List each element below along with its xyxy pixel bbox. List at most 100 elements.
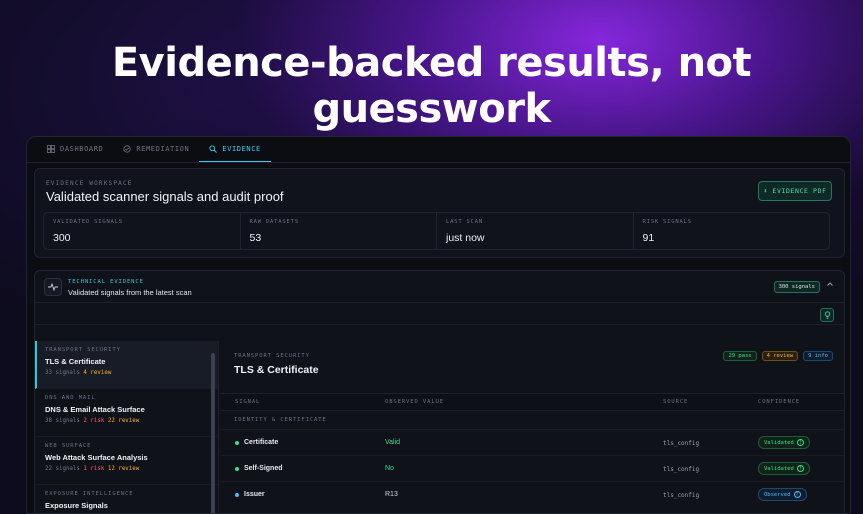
row-source: tls_config <box>663 466 700 473</box>
search-icon <box>209 144 218 153</box>
status-dot <box>235 467 239 471</box>
signal-count-badge: 300 signals <box>773 281 820 293</box>
confidence-label: Validated <box>764 465 794 472</box>
nav-meta: 33 signals 4 review <box>45 370 208 376</box>
nav-kicker: WEB SURFACE <box>45 443 92 449</box>
nav-review: 12 review <box>107 466 140 472</box>
nav-signals: 38 signals <box>45 418 80 424</box>
tab-remediation[interactable]: REMEDIATION <box>113 137 199 162</box>
col-source: SOURCE <box>663 399 689 405</box>
app-window: DASHBOARD REMEDIATION EVIDENCE EVIDENCE … <box>26 136 851 514</box>
nav-title: Exposure Signals <box>45 501 108 510</box>
row-observed: R13 <box>385 491 398 498</box>
status-dot <box>235 441 239 445</box>
nav-review: 22 review <box>107 418 140 424</box>
technical-evidence-panel: TECHNICAL EVIDENCE Validated signals fro… <box>34 270 845 513</box>
nav-scrollbar-thumb[interactable] <box>211 353 215 513</box>
tab-dashboard-label: DASHBOARD <box>60 145 104 153</box>
help-icon[interactable]: ? <box>796 465 804 472</box>
chevron-up-icon[interactable] <box>826 280 834 288</box>
pass-pill: 29 pass <box>723 351 757 361</box>
row-observed: No <box>385 465 394 472</box>
table-row[interactable]: Self-Signed No tls_config Validated ? <box>221 455 844 481</box>
stat-validated-signals: VALIDATED SIGNALS 300 <box>44 213 241 249</box>
detail-title: TLS & Certificate <box>234 364 319 376</box>
grid-icon <box>47 145 55 153</box>
shield-icon <box>123 145 131 153</box>
tab-evidence-label: EVIDENCE <box>222 144 261 153</box>
stat-label: RAW DATASETS <box>249 219 299 225</box>
headline: Evidence-backed results, not guesswork <box>111 40 752 132</box>
nav-title: Web Attack Surface Analysis <box>45 453 148 462</box>
status-dot <box>235 493 239 497</box>
row-source: tls_config <box>663 492 700 499</box>
stat-value: just now <box>446 232 485 244</box>
nav-title: TLS & Certificate <box>45 357 106 366</box>
detail-kicker: TRANSPORT SECURITY <box>234 353 310 359</box>
evidence-toolbar <box>35 303 844 325</box>
category-nav: TRANSPORT SECURITY TLS & Certificate 33 … <box>35 341 219 513</box>
nav-item-exposure-signals[interactable]: EXPOSURE INTELLIGENCE Exposure Signals <box>35 485 218 513</box>
review-pill: 4 review <box>761 351 799 361</box>
stat-value: 300 <box>53 232 71 244</box>
row-observed: Valid <box>385 439 401 446</box>
help-icon[interactable]: ? <box>793 491 801 498</box>
summary-pills: 29 pass 4 review 9 info <box>723 351 833 361</box>
lightbulb-icon <box>824 311 830 319</box>
activity-icon <box>44 278 62 296</box>
row-signal: Certificate <box>244 439 279 446</box>
lightbulb-button[interactable] <box>820 308 834 322</box>
workspace-title: Validated scanner signals and audit proo… <box>46 189 284 204</box>
workspace-kicker: EVIDENCE WORKSPACE <box>46 180 133 187</box>
technical-evidence-subtitle: Validated signals from the latest scan <box>68 288 192 297</box>
nav-kicker: EXPOSURE INTELLIGENCE <box>45 491 134 497</box>
nav-review: 4 review <box>83 370 112 376</box>
stat-label: RISK SIGNALS <box>642 219 692 225</box>
nav-item-dns-email[interactable]: DNS AND MAIL DNS & Email Attack Surface … <box>35 389 218 437</box>
confidence-label: Observed <box>764 491 791 498</box>
row-source: tls_config <box>663 440 700 447</box>
table-row[interactable]: Certificate Valid tls_config Validated ? <box>221 429 844 455</box>
technical-evidence-kicker: TECHNICAL EVIDENCE <box>68 279 144 285</box>
col-confidence: CONFIDENCE <box>758 399 801 405</box>
tab-evidence[interactable]: EVIDENCE <box>199 137 271 162</box>
evidence-detail: TRANSPORT SECURITY TLS & Certificate 29 … <box>221 341 844 513</box>
table-header: SIGNAL OBSERVED VALUE SOURCE CONFIDENCE <box>221 393 844 411</box>
nav-risk: 2 risk <box>83 418 105 424</box>
stat-raw-datasets: RAW DATASETS 53 <box>241 213 437 249</box>
col-signal: SIGNAL <box>235 399 261 405</box>
help-icon[interactable]: ? <box>796 439 804 446</box>
stat-label: LAST SCAN <box>446 219 484 225</box>
row-signal: Self-Signed <box>244 465 283 472</box>
stat-label: VALIDATED SIGNALS <box>53 219 123 225</box>
nav-title: DNS & Email Attack Surface <box>45 405 145 414</box>
nav-signals: 22 signals <box>45 466 80 472</box>
row-signal: Issuer <box>244 491 265 498</box>
nav-kicker: TRANSPORT SECURITY <box>45 347 121 353</box>
tab-remediation-label: REMEDIATION <box>136 145 190 153</box>
evidence-pdf-button[interactable]: ⬇ EVIDENCE PDF <box>758 181 832 201</box>
stat-value: 91 <box>642 232 655 244</box>
technical-evidence-header[interactable]: TECHNICAL EVIDENCE Validated signals fro… <box>35 271 844 303</box>
nav-kicker: DNS AND MAIL <box>45 395 96 401</box>
table-row[interactable]: Issuer R13 tls_config Observed ? <box>221 481 844 507</box>
confidence-label: Validated <box>764 439 794 446</box>
confidence-badge[interactable]: Validated ? <box>758 436 810 449</box>
stat-risk-signals: RISK SIGNALS 91 <box>634 213 830 249</box>
confidence-badge[interactable]: Observed ? <box>758 488 807 501</box>
group-label: IDENTITY & CERTIFICATE <box>234 417 327 423</box>
tab-bar: DASHBOARD REMEDIATION EVIDENCE <box>27 137 850 163</box>
stat-value: 53 <box>249 232 262 244</box>
nav-risk: 1 risk <box>83 466 105 472</box>
stat-last-scan: LAST SCAN just now <box>437 213 634 249</box>
nav-item-tls-certificate[interactable]: TRANSPORT SECURITY TLS & Certificate 33 … <box>35 341 218 389</box>
tab-dashboard[interactable]: DASHBOARD <box>37 137 113 162</box>
confidence-badge[interactable]: Validated ? <box>758 462 810 475</box>
nav-meta: 22 signals 1 risk 12 review <box>45 466 208 472</box>
stats-row: VALIDATED SIGNALS 300 RAW DATASETS 53 LA… <box>43 212 830 250</box>
nav-meta: 38 signals 2 risk 22 review <box>45 418 208 424</box>
nav-signals: 33 signals <box>45 370 80 376</box>
nav-item-web-surface[interactable]: WEB SURFACE Web Attack Surface Analysis … <box>35 437 218 485</box>
col-observed: OBSERVED VALUE <box>385 399 444 405</box>
evidence-workspace-card: EVIDENCE WORKSPACE Validated scanner sig… <box>34 168 845 258</box>
